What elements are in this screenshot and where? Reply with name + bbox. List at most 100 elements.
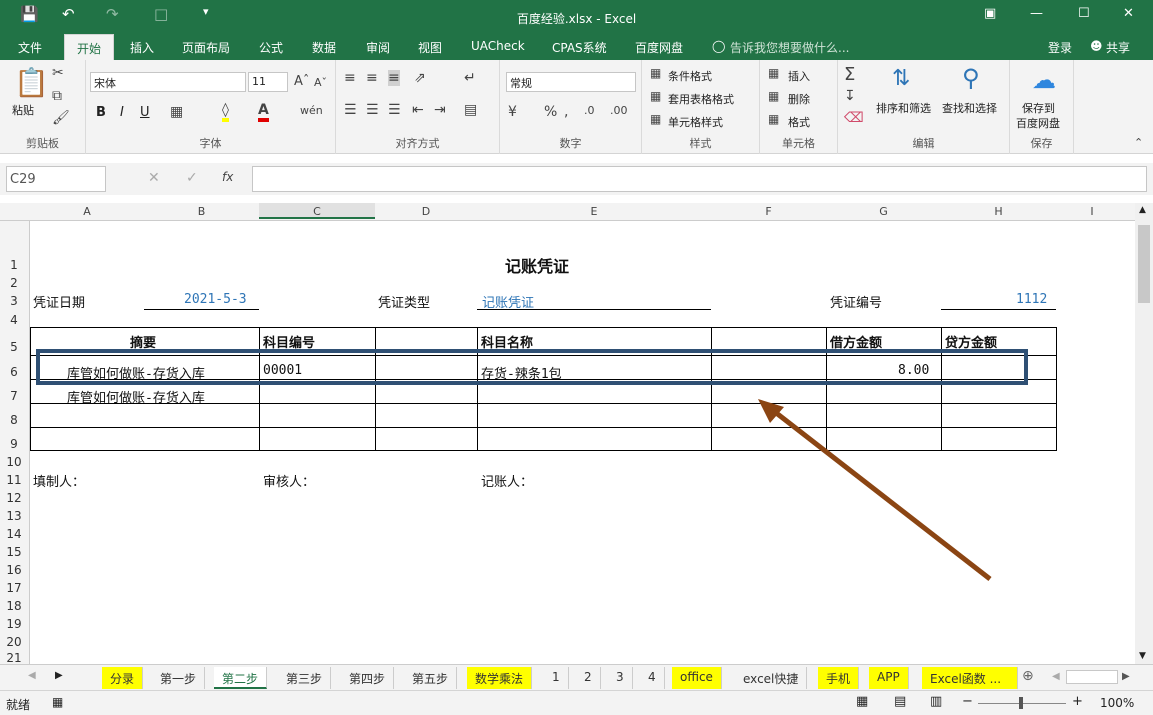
percent-icon[interactable]: % xyxy=(544,104,557,120)
tab-file[interactable]: 文件 xyxy=(18,39,42,56)
baidu-pan-button[interactable]: 百度网盘 xyxy=(1016,115,1060,131)
hscroll-left-icon[interactable]: ◀ xyxy=(1052,671,1060,682)
col-header-b[interactable]: B xyxy=(144,205,259,218)
sheet-tab[interactable]: 第五步 xyxy=(404,667,458,689)
tab-review[interactable]: 审阅 xyxy=(366,39,390,56)
paste-icon[interactable]: 📋 xyxy=(14,66,49,99)
row-header[interactable]: 11 xyxy=(0,473,28,487)
sheet-tab[interactable]: APP xyxy=(869,667,909,689)
tab-home[interactable]: 开始 xyxy=(64,34,115,60)
row-header[interactable]: 17 xyxy=(0,581,28,595)
sheet-tab[interactable]: 手机 xyxy=(818,667,860,689)
enter-icon[interactable]: ✓ xyxy=(186,170,198,186)
sort-filter-button[interactable]: 排序和筛选 xyxy=(876,100,931,116)
col-header-i[interactable]: I xyxy=(1056,205,1128,218)
zoom-out-icon[interactable]: − xyxy=(962,694,973,709)
close-button[interactable]: ✕ xyxy=(1123,6,1134,21)
orientation-icon[interactable]: ⇗ xyxy=(414,70,426,86)
bold-button[interactable]: B xyxy=(96,105,106,120)
zoom-in-icon[interactable]: + xyxy=(1072,694,1083,709)
insert-function-button[interactable]: fx xyxy=(222,170,233,184)
maximize-button[interactable]: ☐ xyxy=(1078,6,1090,21)
row-header[interactable]: 5 xyxy=(0,340,28,354)
col-header-d[interactable]: D xyxy=(375,205,477,218)
font-color-icon[interactable]: A xyxy=(258,102,269,122)
sheet-tab[interactable]: 1 xyxy=(544,667,569,689)
sheet-tab[interactable]: 分录 xyxy=(102,667,144,689)
zoom-level[interactable]: 100% xyxy=(1100,696,1134,710)
save-to-label[interactable]: 保存到 xyxy=(1022,100,1055,116)
sheet-tab[interactable]: 3 xyxy=(608,667,633,689)
formula-input[interactable] xyxy=(252,166,1147,192)
row-header[interactable]: 2 xyxy=(0,276,28,290)
cell-styles-button[interactable]: 单元格样式 xyxy=(668,114,723,130)
sheet-tab[interactable]: 数学乘法 xyxy=(467,667,533,689)
paste-button[interactable]: 粘贴 xyxy=(12,102,34,118)
clear-icon[interactable]: ⌫ xyxy=(844,110,864,126)
scroll-up-icon[interactable]: ▲ xyxy=(1139,205,1146,215)
tab-insert[interactable]: 插入 xyxy=(130,39,154,56)
tab-uacheck[interactable]: UACheck xyxy=(471,39,525,53)
sheet-tab[interactable]: 第三步 xyxy=(278,667,332,689)
prev-sheet-icon[interactable]: ◀ xyxy=(28,670,36,681)
shrink-font-icon[interactable]: Aˇ xyxy=(314,76,327,89)
zoom-slider-thumb[interactable] xyxy=(1019,697,1023,709)
delete-cells-button[interactable]: 删除 xyxy=(788,91,810,107)
italic-button[interactable]: I xyxy=(120,105,124,120)
font-name-select[interactable]: 宋体 xyxy=(90,72,246,92)
find-select-button[interactable]: 查找和选择 xyxy=(942,100,997,116)
row-header[interactable]: 9 xyxy=(0,437,28,451)
scroll-down-icon[interactable]: ▼ xyxy=(1139,651,1146,661)
format-cells-button[interactable]: 格式 xyxy=(788,114,810,130)
row-header[interactable]: 20 xyxy=(0,635,28,649)
conditional-format-button[interactable]: 条件格式 xyxy=(668,68,712,84)
login-link[interactable]: 登录 xyxy=(1048,39,1072,56)
page-break-view-icon[interactable]: ▥ xyxy=(930,694,942,709)
normal-view-icon[interactable]: ▦ xyxy=(856,694,868,709)
format-painter-icon[interactable]: 🖌 xyxy=(52,110,70,126)
col-header-g[interactable]: G xyxy=(826,205,941,218)
row-header[interactable]: 7 xyxy=(0,389,28,403)
page-layout-view-icon[interactable]: ▤ xyxy=(894,694,906,709)
align-left-icon[interactable]: ☰ xyxy=(344,102,357,118)
row-header[interactable]: 16 xyxy=(0,563,28,577)
font-size-select[interactable]: 11 xyxy=(248,72,288,92)
cancel-icon[interactable]: ✕ xyxy=(148,170,160,186)
align-center-icon[interactable]: ☰ xyxy=(366,102,379,118)
copy-icon[interactable]: ⧉ xyxy=(52,88,62,104)
row-header[interactable]: 1 xyxy=(0,258,28,272)
tab-cpas[interactable]: CPAS系统 xyxy=(552,39,607,56)
align-bottom-icon[interactable]: ≡ xyxy=(388,70,400,86)
ribbon-options-icon[interactable]: ▣ xyxy=(984,6,996,21)
horizontal-scrollbar[interactable] xyxy=(1066,670,1118,684)
wrap-text-icon[interactable]: ↵ xyxy=(464,70,476,86)
sheet-tab[interactable]: 第一步 xyxy=(152,667,206,689)
sheet-tab[interactable]: office xyxy=(672,667,722,689)
scroll-thumb[interactable] xyxy=(1138,225,1150,303)
align-top-icon[interactable]: ≡ xyxy=(344,70,356,86)
increase-decimal-icon[interactable]: .0 xyxy=(584,104,595,117)
row-header[interactable]: 8 xyxy=(0,413,28,427)
sheet-tab[interactable]: excel快捷 xyxy=(735,667,808,689)
tell-me-input[interactable]: 告诉我您想要做什么... xyxy=(730,39,849,56)
autosum-icon[interactable]: Σ xyxy=(844,64,855,85)
decrease-decimal-icon[interactable]: .00 xyxy=(610,104,628,117)
fill-icon[interactable]: ↧ xyxy=(844,88,856,104)
tab-formulas[interactable]: 公式 xyxy=(259,39,283,56)
tab-baidu-pan[interactable]: 百度网盘 xyxy=(635,39,683,56)
tab-page-layout[interactable]: 页面布局 xyxy=(182,39,230,56)
col-header-e[interactable]: E xyxy=(477,205,711,218)
sheet-tab[interactable]: 4 xyxy=(640,667,665,689)
add-sheet-icon[interactable]: ⊕ xyxy=(1022,668,1034,684)
currency-icon[interactable]: ¥ xyxy=(508,104,517,120)
row-header[interactable]: 18 xyxy=(0,599,28,613)
next-sheet-icon[interactable]: ▶ xyxy=(55,670,63,681)
underline-button[interactable]: U xyxy=(140,105,150,120)
row-header[interactable]: 21 xyxy=(0,651,28,665)
grow-font-icon[interactable]: Aˆ xyxy=(294,74,309,89)
row-header[interactable]: 19 xyxy=(0,617,28,631)
number-format-select[interactable]: 常规 xyxy=(506,72,636,92)
vertical-scrollbar[interactable]: ▲ ▼ xyxy=(1135,203,1153,664)
row-header[interactable]: 10 xyxy=(0,455,28,469)
tab-view[interactable]: 视图 xyxy=(418,39,442,56)
